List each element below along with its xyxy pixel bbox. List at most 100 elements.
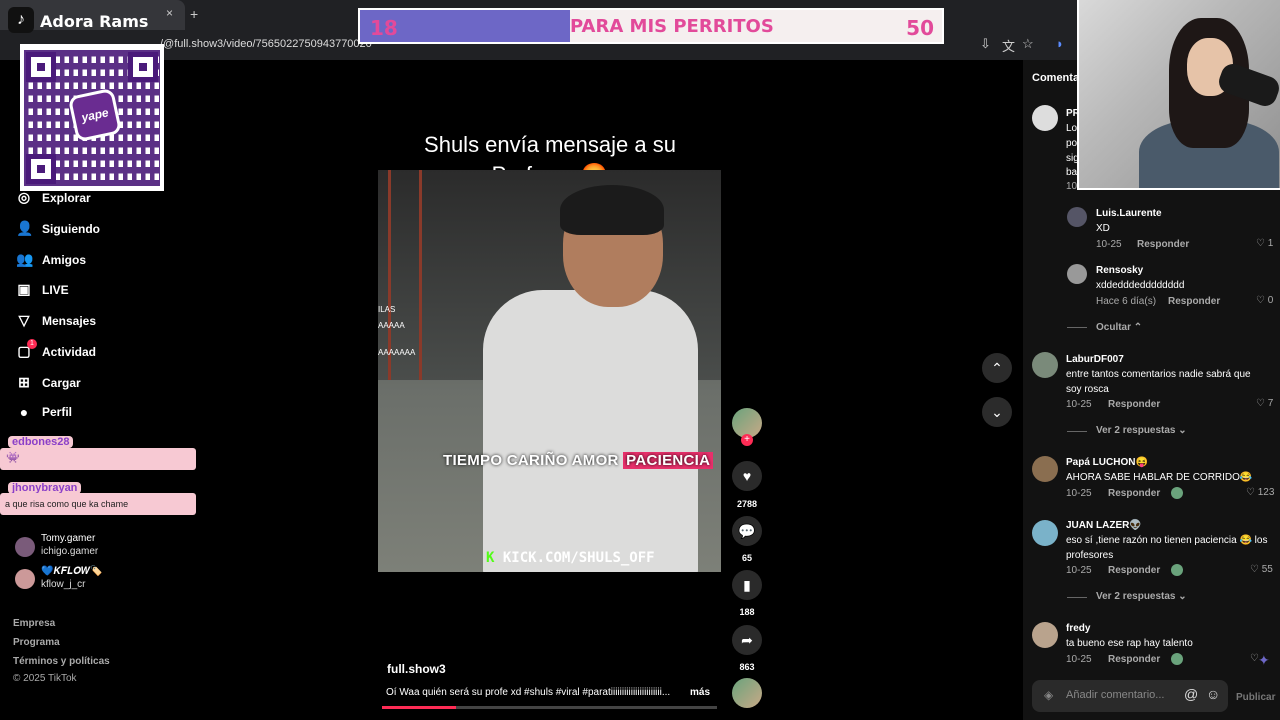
comment-like-button[interactable]: ♡ 0 <box>1256 295 1273 306</box>
avatar[interactable] <box>1032 456 1058 482</box>
reply-button[interactable]: Responder <box>1137 239 1189 250</box>
video-person-hair <box>560 185 664 235</box>
video-title-line: Shuls envía mensaje a su <box>424 132 676 157</box>
chevron-down-icon: ⌄ <box>991 403 1003 420</box>
comment-like-count: 1 <box>1267 238 1274 249</box>
activity-badge: 1 <box>27 339 37 349</box>
avatar[interactable] <box>1032 105 1058 131</box>
comment-like-count: 7 <box>1267 398 1274 409</box>
comment-username[interactable]: fredy <box>1066 623 1090 634</box>
emoji-icon[interactable]: ☺ <box>1206 686 1220 702</box>
view-replies-button[interactable]: Ver 2 respuestas ⌄ <box>1096 591 1187 602</box>
divider <box>1067 327 1087 328</box>
emoji-sticker-icon[interactable]: ◈ <box>1044 688 1053 702</box>
video-author[interactable]: full.show3 <box>387 662 446 676</box>
tab-comments[interactable]: Comentar <box>1032 72 1083 84</box>
translate-icon[interactable]: 文 <box>1002 36 1015 55</box>
footer-link-empresa[interactable]: Empresa <box>13 618 55 629</box>
comment-date: Hace 6 día(s) <box>1096 296 1157 307</box>
comment-text: XD <box>1096 223 1110 234</box>
mention-icon[interactable]: @ <box>1184 686 1198 702</box>
caption-text: TIEMPO CARIÑO AMOR <box>443 452 624 469</box>
video-description: Oí Waa quién será su profe xd #shuls #vi… <box>386 687 671 698</box>
profile-icon: ● <box>19 404 29 420</box>
like-button[interactable]: ♥ <box>732 461 762 491</box>
reply-button[interactable]: Responder <box>1108 399 1160 410</box>
comment-username[interactable]: Papá LUCHON😝 <box>1066 457 1148 468</box>
avatar[interactable] <box>1032 622 1058 648</box>
footer-link-programa[interactable]: Programa <box>13 637 60 648</box>
sidebar-item-mensajes[interactable]: ▽ Mensajes <box>16 312 96 329</box>
avatar[interactable] <box>15 537 35 557</box>
following-handle[interactable]: kflow_j_cr <box>41 579 85 590</box>
view-replies-button[interactable]: Ver 2 respuestas ⌄ <box>1096 425 1187 436</box>
qr-finder-top-left <box>26 52 56 82</box>
install-icon[interactable]: ⇩ <box>980 36 991 52</box>
save-button[interactable]: ▮ <box>732 570 762 600</box>
comment-date: 10-25 <box>1066 654 1092 665</box>
more-button[interactable]: más <box>690 687 710 698</box>
sidebar-item-live[interactable]: ▣ LIVE <box>16 281 68 298</box>
comment-like-button[interactable]: ♡ 1 <box>1256 238 1273 249</box>
sidebar-item-siguiendo[interactable]: 👤 Siguiendo <box>16 220 100 237</box>
comment-like-count: 55 <box>1261 564 1273 575</box>
comment-input-placeholder: Añadir comentario... <box>1066 689 1165 701</box>
following-name[interactable]: Tomy.gamer <box>41 533 95 544</box>
like-count: 2788 <box>736 499 758 509</box>
comment-text: AHORA SABE HABLAR DE CORRIDO😂 <box>1066 472 1253 483</box>
comment-count: 65 <box>741 553 752 563</box>
following-handle[interactable]: ichigo.gamer <box>41 546 98 557</box>
comment-like-button[interactable]: ♡ 123 <box>1246 487 1274 498</box>
extension-icon[interactable]: ◗ <box>1056 36 1064 51</box>
share-count: 863 <box>739 662 755 672</box>
reply-button[interactable]: Responder <box>1108 565 1160 576</box>
share-icon: ➦ <box>741 631 753 648</box>
comment-input[interactable]: ◈ Añadir comentario... @ ☺ <box>1032 680 1228 712</box>
video-progress-bar[interactable] <box>382 706 717 709</box>
divider <box>1067 597 1087 598</box>
avatar[interactable] <box>1032 352 1058 378</box>
comment-username[interactable]: JUAN LAZER👽 <box>1066 520 1142 531</box>
footer-link-terminos[interactable]: Términos y políticas <box>13 656 110 667</box>
sidebar-item-label: Explorar <box>42 190 91 205</box>
avatar[interactable] <box>15 569 35 589</box>
comment-like-count: 123 <box>1257 487 1275 498</box>
avatar[interactable] <box>1032 520 1058 546</box>
comment-like-button[interactable]: ♡ 7 <box>1256 398 1273 409</box>
hide-replies-button[interactable]: Ocultar ⌃ <box>1096 322 1142 333</box>
share-button[interactable]: ➦ <box>732 625 762 655</box>
sidebar-item-cargar[interactable]: ⊞ Cargar <box>16 374 81 391</box>
sidebar-item-perfil[interactable]: ● Perfil <box>16 404 72 420</box>
sidebar-item-amigos[interactable]: 👥 Amigos <box>16 251 86 268</box>
follow-plus-icon[interactable]: + <box>741 434 753 446</box>
previous-video-button[interactable]: ⌃ <box>982 353 1012 383</box>
comment-like-button[interactable]: ♡ 55 <box>1250 564 1273 575</box>
bookmark-star-icon[interactable]: ☆ <box>1022 36 1034 52</box>
bookmark-icon: ▮ <box>743 576 751 593</box>
avatar[interactable] <box>1067 264 1087 284</box>
video-progress-fill <box>382 706 456 709</box>
comment-text: eso sí ,tiene razón no tienen paciencia … <box>1066 535 1268 561</box>
sidebar-item-explorar[interactable]: ◎ Explorar <box>16 189 91 206</box>
comment-username[interactable]: Luis.Laurente <box>1096 208 1162 219</box>
sound-disc-avatar[interactable] <box>732 678 762 708</box>
chat-message-bubble: 👾 <box>0 448 196 470</box>
reply-button[interactable]: Responder <box>1168 296 1220 307</box>
url-text[interactable]: /@full.show3/video/7565022750943770020 <box>160 38 372 50</box>
close-tab-button[interactable]: × <box>166 6 173 20</box>
reply-button[interactable]: Responder <box>1108 488 1160 499</box>
video-player[interactable]: ILAS AAAAA AAAAAAA TIEMPO CARIÑO AMOR PA… <box>378 170 721 572</box>
new-tab-button[interactable]: + <box>190 6 198 22</box>
friends-icon: 👥 <box>16 251 34 267</box>
comment-button[interactable]: 💬 <box>732 516 762 546</box>
reply-button[interactable]: Responder <box>1108 654 1160 665</box>
publish-button[interactable]: Publicar <box>1236 692 1275 703</box>
comment-username[interactable]: LaburDF007 <box>1066 354 1124 365</box>
next-video-button[interactable]: ⌄ <box>982 397 1012 427</box>
avatar[interactable] <box>1067 207 1087 227</box>
comment-text: xddedddedddddddd <box>1096 280 1185 291</box>
following-name[interactable]: 💙𝑲𝑭𝑳𝑶𝑾🏷️ <box>41 566 103 577</box>
goal-current-value: 18 <box>370 16 398 40</box>
comment-username[interactable]: Rensosky <box>1096 265 1143 276</box>
comment-text: ba <box>1066 167 1078 178</box>
